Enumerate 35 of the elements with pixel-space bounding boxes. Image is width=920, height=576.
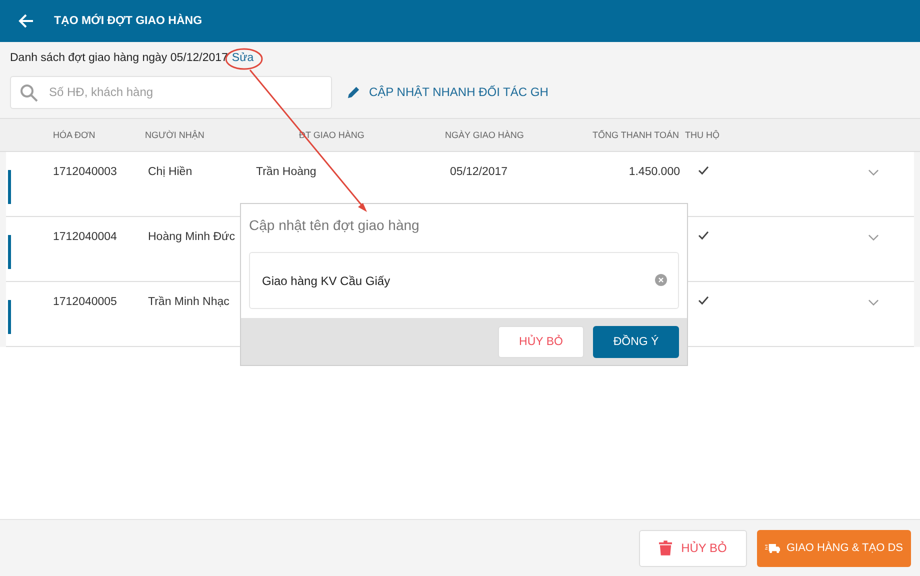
chevron-down-icon[interactable] [868, 169, 879, 176]
row-marker [8, 300, 11, 334]
page-title: TẠO MỚI ĐỢT GIAO HÀNG [54, 15, 202, 27]
search-field[interactable]: Số HĐ, khách hàng [10, 76, 332, 108]
trash-icon [659, 540, 672, 556]
search-icon [20, 84, 38, 102]
quick-update-link[interactable]: CẬP NHẬT NHANH ĐỐI TÁC GH [347, 85, 548, 99]
table-cell: 05/12/2017 [450, 166, 508, 178]
cancel-button[interactable]: HỦY BỎ [639, 530, 747, 566]
column-header: NGƯỜI NHẬN [145, 130, 206, 140]
name-input-field[interactable]: Giao hàng KV Cầu Giấy [249, 252, 679, 309]
chevron-down-icon[interactable] [868, 234, 879, 241]
row-marker [8, 170, 11, 204]
pencil-icon [347, 86, 360, 98]
row-marker [8, 235, 11, 269]
table-cell-text: 1712040003 [53, 165, 118, 178]
column-header: TỔNG THANH TOÁN [591, 130, 679, 140]
dialog-title: Cập nhật tên đợt giao hàng [248, 216, 420, 235]
table-cell: Trần Hoàng [256, 166, 316, 178]
edit-link[interactable]: Sửa [232, 52, 254, 69]
truck-icon [765, 542, 780, 554]
column-header: HÓA ĐƠN [53, 130, 96, 140]
table-cell-text: Trần Minh Nhạc [148, 295, 230, 308]
deliver-button[interactable]: GIAO HÀNG & TẠO DS [757, 530, 911, 566]
column-header: THU HỘ [685, 130, 720, 140]
table-cell: 1.450.000 [628, 166, 680, 178]
cancel-button[interactable]: HỦY BỎ [498, 326, 584, 358]
back-arrow-icon[interactable] [18, 13, 34, 29]
chevron-down-icon[interactable] [868, 299, 879, 306]
column-header: NGÀY GIAO HÀNG [445, 130, 525, 140]
clear-icon[interactable] [655, 274, 667, 286]
table-cell-text: Chị Hiền [148, 165, 194, 178]
table-cell-text: 1712040005 [53, 295, 118, 308]
confirm-button[interactable]: ĐỒNG Ý [593, 326, 679, 358]
table-cell-text: 1712040004 [53, 230, 118, 243]
